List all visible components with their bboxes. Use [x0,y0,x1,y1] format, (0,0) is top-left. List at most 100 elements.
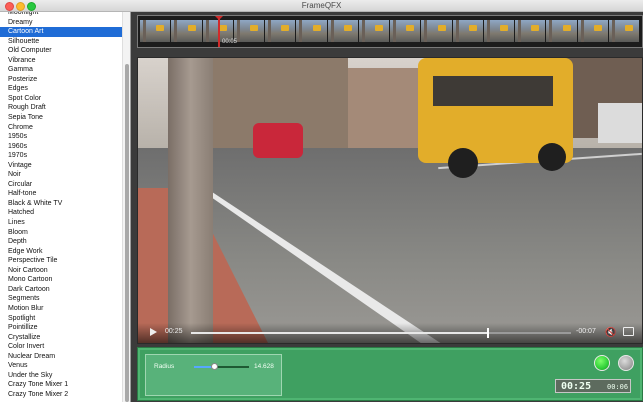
filter-item[interactable]: Crazy Tone Mixer 2 [0,390,122,400]
filter-item[interactable]: Posterize [0,75,122,85]
thumbnail-bus [562,25,571,31]
filter-item[interactable]: Crystallize [0,333,122,343]
filter-item[interactable]: Sepia Tone [0,113,122,123]
thumbnail-tree [486,20,490,42]
timeline-frame-thumbnail [421,20,452,42]
timeline-frame-thumbnail [546,20,577,42]
thumbnail-bus [250,25,258,31]
thumbnail-bus [312,25,321,31]
filter-item[interactable]: Pointillize [0,323,122,333]
filter-item[interactable]: Under the Sky [0,371,122,381]
filter-item[interactable]: Color Invert [0,342,122,352]
filter-item[interactable]: Motion Blur [0,304,122,314]
remaining-time: -00:07 [576,328,596,335]
filter-item[interactable]: Perspective Tile [0,256,122,266]
filter-item[interactable]: Segments [0,294,122,304]
timeline-frame-thumbnail [140,20,171,42]
video-preview: 00:25 -00:07 🔇 [137,57,643,344]
apply-green-button[interactable] [594,355,610,371]
filter-item[interactable]: Circular [0,180,122,190]
timeline-frame-thumbnail [358,20,389,42]
timeline-playhead[interactable] [218,16,220,47]
thumbnail-tree [143,20,146,42]
thumbnail-tree [549,20,553,42]
timeline-frame-thumbnail [483,20,514,42]
filter-item[interactable]: Half-tone [0,189,122,199]
filter-item[interactable]: Edges [0,84,122,94]
filter-item[interactable]: 1960s [0,142,122,152]
filter-item[interactable]: Crazy Tone Mixer 1 [0,380,122,390]
filter-item[interactable]: 1950s [0,132,122,142]
timeline-frame-thumbnail [265,20,296,42]
timeline-frame-thumbnail [390,20,421,42]
radius-label: Radius [154,363,175,370]
timeline-frame-thumbnail [452,20,483,42]
thumbnail-bus [531,25,540,31]
thumbnail-bus [437,25,446,31]
thumbnail-bus [625,25,633,31]
filter-item[interactable]: Cartoon Art [0,27,122,37]
secondary-grey-button[interactable] [618,355,634,371]
scrub-handle[interactable] [487,328,489,338]
filter-item[interactable]: Depth [0,237,122,247]
current-time: 00:25 [165,328,183,335]
filter-list: Moonlight Dreamy Cartoon Art Silhouette Old … [0,12,122,399]
filter-item[interactable]: 1970s [0,151,122,161]
video-bus-windows [433,76,553,106]
timecode-display: 00:25 00:06 [555,379,631,393]
filter-item[interactable]: Hatched [0,208,122,218]
muted-speaker-icon[interactable]: 🔇 [605,327,616,337]
radius-slider-knob[interactable] [211,363,219,370]
thumbnail-tree [361,20,365,42]
thumbnail-tree [393,20,396,42]
thumbnail-bus [468,25,477,31]
filter-item[interactable]: Edge Work [0,247,122,257]
timeline-frame-thumbnail [233,20,264,42]
filter-item[interactable]: Noir Cartoon [0,266,122,276]
timecode-main: 00:25 [561,381,592,392]
filter-item[interactable]: Spotlight [0,314,122,324]
filter-sidebar: Moonlight Dreamy Cartoon Art Silhouette Old … [0,12,131,402]
filter-item[interactable]: Dark Cartoon [0,285,122,295]
filter-item[interactable]: Gamma [0,65,122,75]
filter-item[interactable]: Black & White TV [0,199,122,209]
timeline-strip[interactable]: 00:05 [137,15,643,48]
timeline-frame-thumbnail [577,20,608,42]
filter-item[interactable]: Rough Draft [0,103,122,113]
video-bus-wheel [448,148,478,178]
filter-item[interactable]: Mono Cartoon [0,275,122,285]
timeline-frame-thumbnail [515,20,546,42]
play-icon[interactable] [150,328,157,336]
thumbnail-bus [156,25,165,31]
filter-item[interactable]: Chrome [0,123,122,133]
filter-item[interactable]: Lines [0,218,122,228]
sidebar-scrollbar-thumb[interactable] [124,64,129,402]
filter-item[interactable]: Vibrance [0,56,122,66]
video-truck [598,103,642,143]
sidebar-scrollbar[interactable] [122,12,130,402]
filter-item[interactable]: Spot Color [0,94,122,104]
filter-item[interactable]: Nuclear Dream [0,352,122,362]
thumbnail-tree [174,20,178,42]
thumbnail-tree [205,20,209,42]
thumbnail-bus [500,25,508,31]
filter-item[interactable]: Bloom [0,228,122,238]
filter-item[interactable]: Noir [0,170,122,180]
thumbnail-tree [580,20,584,42]
timecode-sub: 00:06 [607,383,629,391]
thumbnail-tree [455,20,459,42]
video-bus-wheel [538,143,566,171]
thumbnail-bus [375,25,383,31]
timeline-frame-thumbnail [296,20,327,42]
effect-parameters-panel: Radius 14.628 00:25 00:06 [137,347,643,401]
filter-item[interactable]: Old Computer [0,46,122,56]
filter-item[interactable]: Silhouette [0,37,122,47]
filter-item[interactable]: Dreamy [0,18,122,28]
timeline-frames [140,20,640,42]
filter-item[interactable]: Vintage [0,161,122,171]
airplay-icon[interactable] [623,327,634,336]
title-bar: FrameQFX [0,0,643,12]
radius-slider[interactable] [194,363,249,370]
filter-item[interactable]: Venus [0,361,122,371]
scrub-bar[interactable] [191,328,571,338]
